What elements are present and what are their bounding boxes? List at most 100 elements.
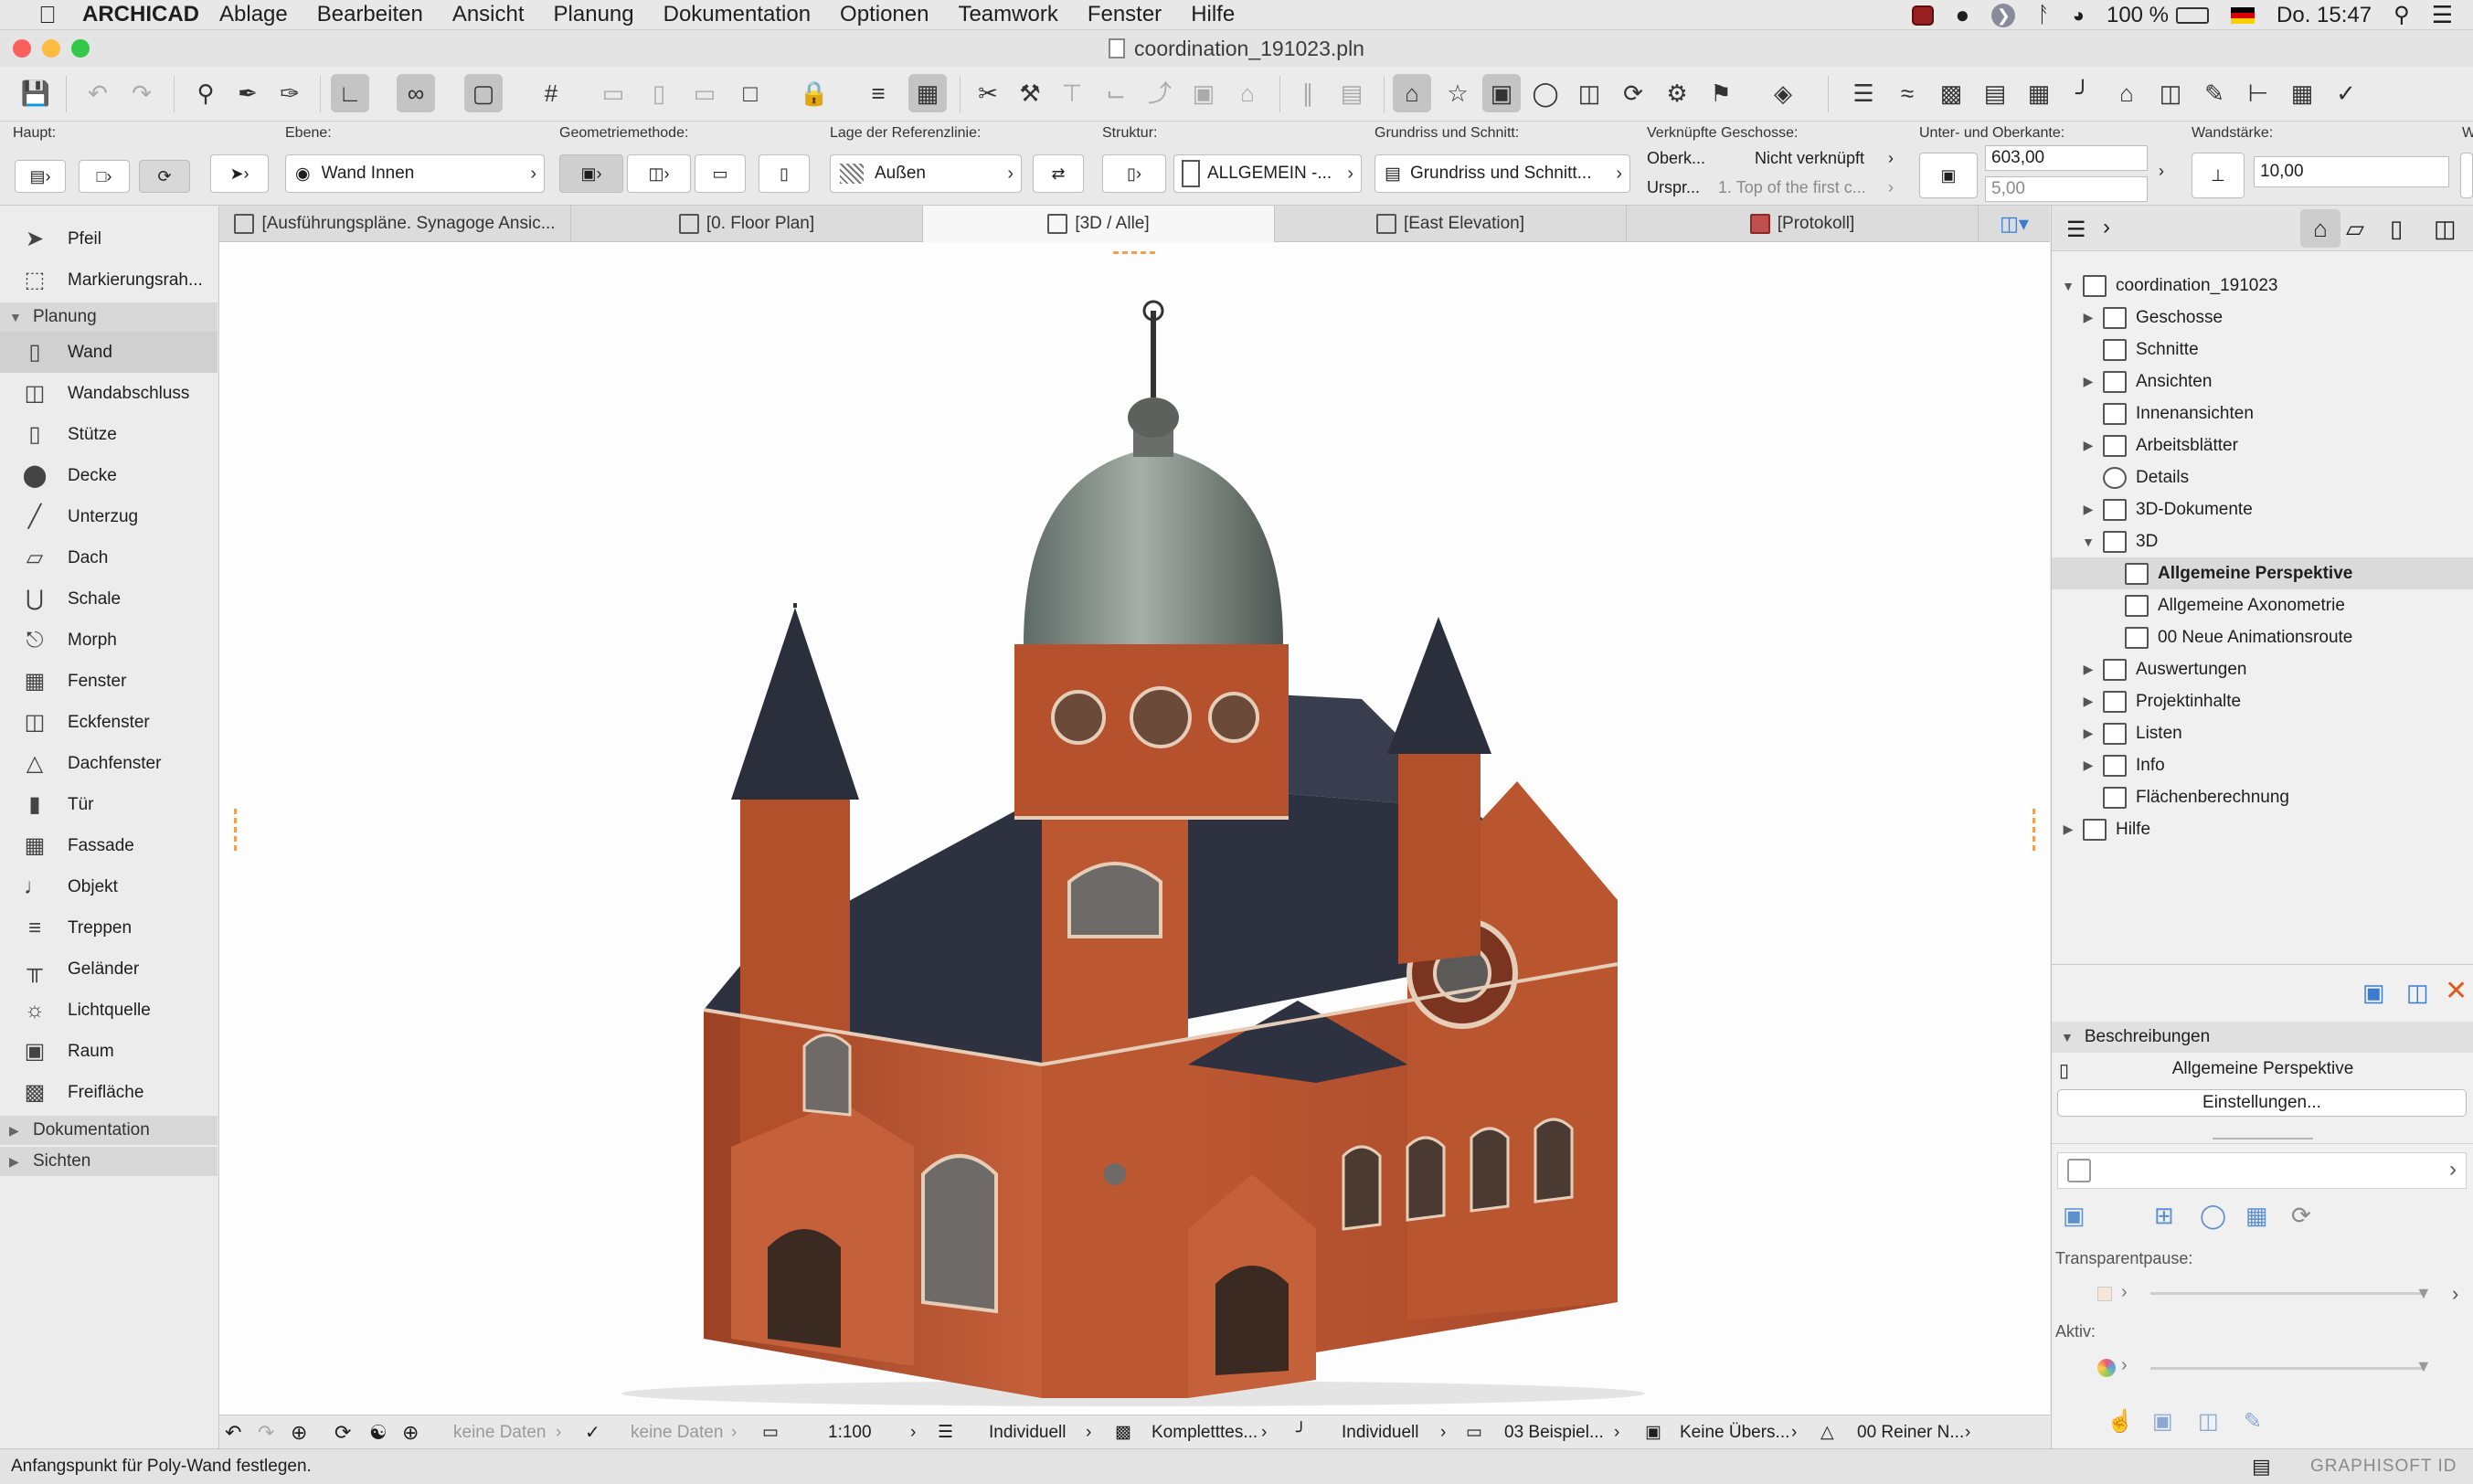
thickness-input[interactable]: 10,00 <box>2254 156 2449 187</box>
spotlight-search-icon[interactable]: ⚲ <box>2393 2 2410 28</box>
undo-icon[interactable]: ↶ <box>79 74 117 112</box>
tab-overflow-button[interactable]: ◫▾ <box>1979 206 2050 242</box>
pen-set-field[interactable]: Individuell <box>1342 1415 1419 1449</box>
status-app-icon[interactable] <box>1911 5 1934 26</box>
layout-book-icon[interactable]: ▯ <box>2390 215 2403 243</box>
menu-fenster[interactable]: Fenster <box>1088 2 1162 27</box>
suspend-groups-icon[interactable]: ▭ <box>594 74 632 112</box>
tool-treppen[interactable]: ≡ Treppen <box>0 907 218 949</box>
tool-pfeil[interactable]: ➤ Pfeil <box>0 218 218 260</box>
geometry-slanted-icon[interactable]: ▯ <box>759 154 810 193</box>
menu-ablage[interactable]: Ablage <box>219 2 288 27</box>
menu-ansicht[interactable]: Ansicht <box>452 2 525 27</box>
split-view-icon[interactable]: ◫ <box>2198 1408 2219 1435</box>
tab-3d[interactable]: [3D / Alle] <box>923 206 1275 242</box>
renovation-filter-field[interactable]: 03 Beispiel... <box>1504 1415 1604 1449</box>
tool-schale[interactable]: ⋃ Schale <box>0 578 218 620</box>
tool-markierungsrahmen[interactable]: ⬚ Markierungsrah... <box>0 260 218 301</box>
inject-parameters-icon[interactable]: ✑ <box>271 74 309 112</box>
tool-wand[interactable]: ▯ Wand <box>0 332 218 373</box>
capture-icon[interactable]: ▦ <box>2245 1202 2268 1230</box>
adjust-icon[interactable]: ⚒ <box>1011 74 1049 112</box>
tree-item-arbeitsblaetter[interactable]: ▶ Arbeitsblätter <box>2052 429 2473 461</box>
tree-item-details[interactable]: Details <box>2052 461 2473 493</box>
layers-icon[interactable]: ☰ <box>1844 74 1883 112</box>
slider-thumb-icon[interactable]: ▼ <box>2415 1357 2432 1376</box>
layer-select[interactable]: ◉ Wand Innen › <box>285 154 545 193</box>
flip-reference-icon[interactable]: ⇄ <box>1033 154 1084 193</box>
arrow-selector-icon[interactable]: ➤› <box>210 154 269 193</box>
notification-center-icon[interactable]: ☰ <box>2432 1 2453 29</box>
tool-dachfenster[interactable]: △ Dachfenster <box>0 743 218 784</box>
profiles-icon[interactable]: ▦ <box>2020 74 2058 112</box>
tab-ausfuehrungsplaene[interactable]: [Ausführungspläne. Synagoge Ansic... <box>219 206 571 242</box>
tree-item-allgemeine-axonometrie[interactable]: Allgemeine Axonometrie <box>2052 589 2473 621</box>
zoom-window-button[interactable] <box>71 39 90 58</box>
creative-cloud-icon[interactable]: ● <box>1956 1 1970 29</box>
orbit-icon[interactable]: ⟳ <box>1614 74 1652 112</box>
3d-projection-icon[interactable]: ◫ <box>1570 74 1608 112</box>
tree-item-innenansichten[interactable]: Innenansichten <box>2052 398 2473 429</box>
chevron-right-icon[interactable]: › <box>1086 1415 1091 1449</box>
graphisoft-id[interactable]: GRAPHISOFT ID <box>2310 1457 2457 1477</box>
scale-field[interactable]: 1:100 <box>828 1415 872 1449</box>
settings-button[interactable]: Einstellungen... <box>2057 1089 2467 1117</box>
solid-ops-icon[interactable]: ⌂ <box>1228 74 1267 112</box>
marquee-selector-icon[interactable]: □› <box>79 160 130 193</box>
redo-icon[interactable]: ↷ <box>122 74 161 112</box>
tree-item-info[interactable]: ▶ Info <box>2052 749 2473 781</box>
tool-morph[interactable]: ⎋ Morph <box>0 620 218 661</box>
undo-zoom-field[interactable]: keine Daten <box>453 1415 546 1449</box>
find-select-icon[interactable]: ⚲ <box>186 74 225 112</box>
chevron-right-icon[interactable]: › <box>2121 1355 2128 1376</box>
split-icon[interactable]: ✂ <box>969 74 1007 112</box>
menu-bearbeiten[interactable]: Bearbeiten <box>317 2 423 27</box>
menu-hilfe[interactable]: Hilfe <box>1191 2 1235 27</box>
redo-view-icon[interactable]: ↷ <box>258 1415 274 1449</box>
composites-icon[interactable]: ▤ <box>1976 74 2014 112</box>
swatch-select[interactable] <box>2097 1287 2112 1301</box>
bluetooth-icon[interactable]: ᚨ <box>2037 3 2050 28</box>
chevron-right-icon[interactable]: › <box>1261 1415 1267 1449</box>
undo-view-icon[interactable]: ↶ <box>225 1415 241 1449</box>
dimension-icon[interactable]: ≡ <box>859 74 897 112</box>
battery-icon[interactable] <box>2176 6 2210 24</box>
tool-unterzug[interactable]: ╱ Unterzug <box>0 496 218 537</box>
clone-view-icon[interactable]: ▣ <box>2063 1202 2086 1230</box>
magic-wand-icon[interactable]: ▦ <box>908 74 947 112</box>
tool-fenster[interactable]: ▦ Fenster <box>0 661 218 702</box>
menu-optionen[interactable]: Optionen <box>840 2 929 27</box>
tree-item-geschosse[interactable]: ▶ Geschosse <box>2052 302 2473 334</box>
input-source-flag-icon[interactable] <box>2231 6 2255 24</box>
snap-guides-icon[interactable]: ∞ <box>397 74 435 112</box>
beschreibungen-section[interactable]: ▼ Beschreibungen <box>2052 1022 2473 1053</box>
pens-icon[interactable]: ╯ <box>2064 74 2102 112</box>
close-window-button[interactable] <box>13 39 31 58</box>
tool-wandabschluss[interactable]: ◫ Wandabschluss <box>0 373 218 414</box>
duplicate-icon[interactable]: ▣ <box>2152 1408 2173 1435</box>
chevron-right-icon[interactable]: › <box>2121 1282 2128 1303</box>
fillet-icon[interactable]: ⌙ <box>1097 74 1135 112</box>
refresh-icon[interactable]: ⟳ <box>2291 1202 2311 1230</box>
intersect-icon[interactable]: ▣ <box>1184 74 1223 112</box>
geometry-trapezoid-icon[interactable]: ◫› <box>627 154 691 193</box>
grid-snap-icon[interactable]: # <box>532 74 570 112</box>
geometry-polygon-icon[interactable]: ▭ <box>695 154 746 193</box>
chevron-right-icon[interactable]: › <box>2103 215 2110 240</box>
chevron-right-icon[interactable]: › <box>910 1415 916 1449</box>
panel-toggle-icon[interactable]: ▤ <box>2252 1455 2271 1479</box>
tree-item-projektinhalte[interactable]: ▶ Projektinhalte <box>2052 685 2473 717</box>
structure-select[interactable]: ALLGEMEIN -... › <box>1173 154 1362 193</box>
clock[interactable]: Do. 15:47 <box>2277 3 2372 28</box>
oberk-chevron-icon[interactable]: › <box>1888 149 1894 168</box>
graphic-override-field[interactable]: Keine Übers... <box>1680 1415 1789 1449</box>
trim-icon[interactable]: ⊤ <box>1053 74 1091 112</box>
sync-icon[interactable]: ❯ <box>1991 3 2016 27</box>
explore-icon[interactable]: ⚙ <box>1658 74 1696 112</box>
add-icon[interactable]: ⊞ <box>2154 1202 2174 1230</box>
fit-in-window-icon[interactable]: ⊕ <box>402 1415 419 1449</box>
partial-structure-field[interactable]: 00 Reiner N... <box>1857 1415 1964 1449</box>
chevron-right-icon[interactable]: › <box>731 1415 737 1449</box>
align-icon[interactable]: ▤ <box>1332 74 1371 112</box>
tool-lichtquelle[interactable]: ☼ Lichtquelle <box>0 990 218 1031</box>
